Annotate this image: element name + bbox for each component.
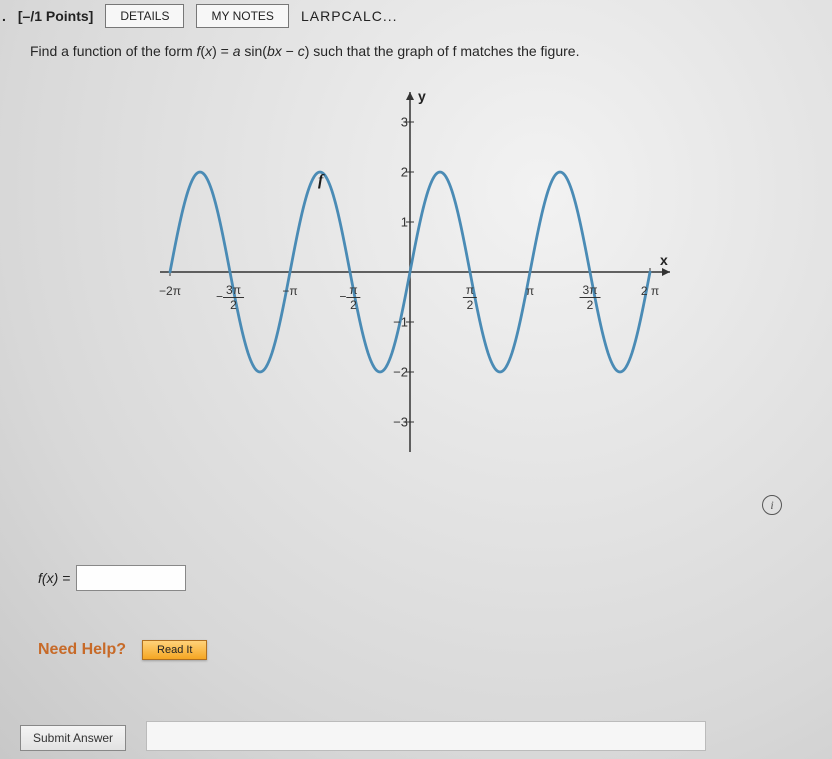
xtick-n2pi: −2π [159,284,181,298]
graph-svg [140,72,680,472]
ytick-n2: −2 [386,364,408,379]
info-icon[interactable]: i [762,495,782,515]
xtick-npi: −π [282,284,297,298]
answer-row: f(x) = [38,565,186,591]
graph: y x f 3 2 1 −1 −2 −3 −2π −3π2 −π −π2 π 2 … [140,72,680,472]
submit-row: Submit Answer [20,721,706,751]
prompt-post: such that the graph of f matches the fig… [313,43,579,59]
answer-input[interactable] [76,565,186,591]
answer-dropzone[interactable] [146,721,706,751]
xtick-3pi2: 3π2 [580,284,601,311]
submit-answer-button[interactable]: Submit Answer [20,725,126,751]
series-label: f [318,172,323,190]
need-help-label: Need Help? [38,641,126,659]
my-notes-button[interactable]: MY NOTES [196,4,288,28]
xtick-n3pi2: −3π2 [216,284,244,311]
points-badge: [–/1 Points] [18,8,93,24]
source-label: LARPCALC... [301,8,398,24]
prompt-formula: f(x) = a sin(bx − c) [197,43,310,59]
xtick-pi: π [526,284,534,298]
xtick-pi2: π2 [463,284,477,311]
ytick-1: 1 [386,214,408,229]
ytick-n3: −3 [386,414,408,429]
answer-label: f(x) = [38,570,70,586]
ytick-2: 2 [386,164,408,179]
details-button[interactable]: DETAILS [105,4,184,28]
ytick-3: 3 [386,114,408,129]
help-row: Need Help? Read It [38,640,207,660]
prompt-pre: Find a function of the form [30,43,197,59]
y-axis-label: y [418,88,426,104]
x-axis-label: x [660,252,668,268]
read-it-button[interactable]: Read It [142,640,207,660]
xtick-2pi: 2 π [641,284,659,298]
question-prompt: Find a function of the form f(x) = a sin… [30,42,820,62]
top-row: . [–/1 Points] DETAILS MY NOTES LARPCALC… [0,0,832,34]
question-number: . [2,8,6,24]
ytick-n1: −1 [386,314,408,329]
xtick-npi2: −π2 [339,284,360,311]
